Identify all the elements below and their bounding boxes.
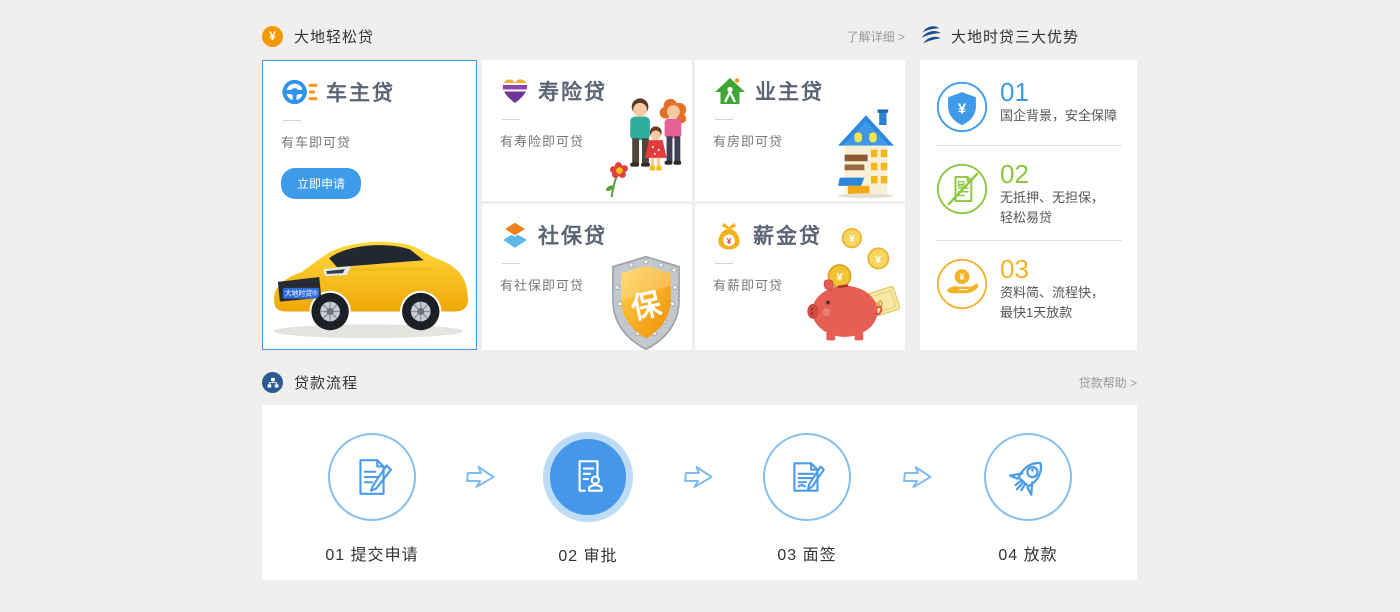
advantage-item-2: 02 无抵押、无担保， 轻松易贷 [936,154,1121,232]
no-mortgage-document-icon [936,163,988,215]
apply-now-button[interactable]: 立即申请 [281,168,361,199]
step-circle [328,433,416,521]
green-house-icon [713,76,747,106]
document-pen-icon [786,456,828,498]
divider [502,263,520,264]
card-subtitle: 有房即可贷 [713,131,887,150]
flowchart-circle-icon [262,372,283,393]
process-section-title: 贷款流程 [294,372,358,393]
divider [715,119,733,120]
advantage-text: 无抵押、无担保， [1000,188,1104,208]
product-card-salary-loan[interactable]: ¥ 薪金贷 有薪即可贷 ¥ ¥ ¥ 100 [695,204,905,350]
card-title: 业主贷 [755,76,824,106]
loan-process-panel: 01 提交申请 02 审批 [262,405,1137,580]
svg-text:¥: ¥ [1030,466,1034,474]
dotted-divider [936,240,1121,241]
card-subtitle: 有寿险即可贷 [500,131,674,150]
step-circle-active [543,432,633,522]
product-card-social-security-loan[interactable]: 社保贷 有社保即可贷 保 [482,204,692,350]
process-step-approval: 02 审批 [508,433,668,566]
product-card-property-owner-loan[interactable]: 业主贷 有房即可贷 [695,60,905,201]
step-label: 04 放款 [948,541,1108,565]
arrow-right-icon [900,463,936,491]
yen-circle-icon: ¥ [262,26,283,47]
document-stamp-icon [567,456,609,498]
learn-more-link[interactable]: 了解详细 > [847,28,905,45]
advantage-text: 国企背景，安全保障 [1000,106,1117,126]
card-title: 薪金贷 [753,220,822,250]
rocket-yen-icon: ¥ [1006,455,1050,499]
card-title: 社保贷 [538,220,607,250]
divider [283,120,301,121]
step-label: 01 提交申请 [292,541,452,565]
advantage-text: 最快1天放款 [1000,303,1104,323]
process-step-submit: 01 提交申请 [292,433,452,565]
svg-text:¥: ¥ [960,272,965,282]
steering-wheel-icon [281,77,318,107]
products-section-header: ¥ 大地轻松贷 了解详细 > [262,26,905,47]
step-circle [763,433,851,521]
divider [715,263,733,264]
advantage-number: 02 [1000,160,1104,188]
dotted-divider [936,145,1121,146]
advantages-section-header: 大地时贷三大优势 [918,24,1138,48]
svg-text:大地时贷®: 大地时贷® [285,289,318,298]
advantage-number: 01 [1000,78,1117,106]
purple-heart-icon [500,77,530,105]
svg-text:¥: ¥ [727,236,732,246]
product-card-car-loan[interactable]: 车主贷 有车即可贷 立即申请 大地时贷® [262,60,477,350]
hand-coin-icon: ¥ [936,258,988,310]
svg-text:¥: ¥ [958,102,967,118]
loan-help-link[interactable]: 贷款帮助 > [1079,374,1137,391]
company-logo-icon [918,24,942,48]
advantage-text: 轻松易贷 [1000,208,1104,228]
loan-landing-page: ¥ 大地轻松贷 了解详细 > 大地时贷三大优势 [0,0,1400,612]
money-bag-icon: ¥ [713,220,745,250]
process-section-header: 贷款流程 贷款帮助 > [262,372,1137,393]
card-subtitle: 有薪即可贷 [713,275,887,294]
arrow-right-icon [463,463,499,491]
advantages-panel: ¥ 01 国企背景，安全保障 02 无抵 [920,60,1137,350]
card-title: 车主贷 [326,77,395,107]
card-subtitle: 有社保即可贷 [500,275,674,294]
shield-yen-icon: ¥ [936,81,988,133]
step-circle: ¥ [984,433,1072,521]
advantage-item-3: ¥ 03 资料简、流程快， 最快1天放款 [936,249,1121,327]
product-card-life-insurance-loan[interactable]: 寿险贷 有寿险即可贷 [482,60,692,201]
divider [502,119,520,120]
document-pencil-icon [351,456,393,498]
card-title: 寿险贷 [538,76,607,106]
process-step-disburse: ¥ 04 放款 [948,433,1108,565]
card-subtitle: 有车即可贷 [281,132,458,151]
step-label: 03 面签 [727,541,887,565]
advantage-number: 03 [1000,255,1104,283]
process-step-interview-sign: 03 面签 [727,433,887,565]
step-label: 02 审批 [508,542,668,566]
yellow-car-illustration: 大地时贷® [264,211,477,344]
arrow-right-icon [681,463,717,491]
advantages-section-title: 大地时贷三大优势 [951,26,1079,47]
advantage-text: 资料简、流程快， [1000,283,1104,303]
products-section-title: 大地轻松贷 [294,26,374,47]
advantage-item-1: ¥ 01 国企背景，安全保障 [936,72,1121,137]
diamond-link-icon [500,221,530,250]
